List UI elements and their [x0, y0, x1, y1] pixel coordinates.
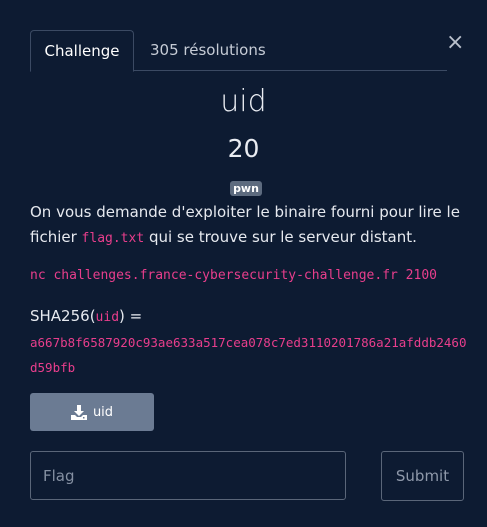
- sha-suffix: ) =: [119, 307, 143, 325]
- category-badge: pwn: [230, 181, 262, 196]
- download-icon: [70, 404, 87, 420]
- description-text-after: qui se trouve sur le serveur distant.: [144, 228, 417, 246]
- tab-resolutions[interactable]: 305 résolutions: [150, 30, 266, 70]
- connection-command: nc challenges.france-cybersecurity-chall…: [30, 268, 437, 283]
- sha-filename: uid: [95, 310, 120, 325]
- submit-button[interactable]: Submit: [381, 451, 464, 501]
- challenge-title: uid: [220, 84, 267, 119]
- download-button[interactable]: uid: [30, 393, 154, 431]
- description-filename: flag.txt: [81, 231, 145, 246]
- close-icon[interactable]: ×: [446, 30, 464, 56]
- tab-bar: Challenge 305 résolutions: [30, 30, 447, 72]
- challenge-modal: Challenge 305 résolutions × uid 20 pwn O…: [0, 0, 487, 527]
- challenge-points: 20: [227, 134, 260, 163]
- sha-value: a667b8f6587920c93ae633a517cea078c7ed3110…: [30, 335, 467, 375]
- challenge-description: On vous demande d'exploiter le binaire f…: [30, 200, 460, 251]
- sha-label: SHA256(uid) =: [30, 307, 142, 325]
- tab-challenge[interactable]: Challenge: [30, 30, 134, 72]
- flag-input[interactable]: [30, 451, 346, 500]
- sha-prefix: SHA256(: [30, 307, 96, 325]
- download-label: uid: [92, 404, 114, 420]
